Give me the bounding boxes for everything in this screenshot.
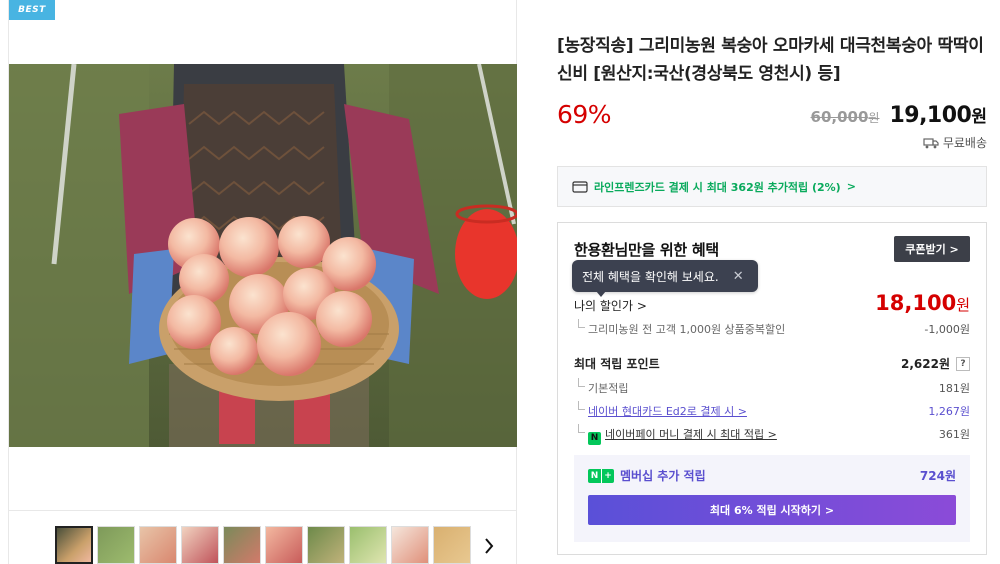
hyundai-card-value: 1,267원 — [928, 405, 970, 418]
price-box: 60,000 원 19,100 원 — [811, 102, 987, 128]
npay-money-row: N 네이버페이 머니 결제 시 최대 적립 > 361원 — [574, 424, 970, 445]
max-points-row: 최대 적립 포인트 2,622원 ? — [574, 355, 970, 372]
chevron-right-icon: > — [846, 180, 856, 193]
benefit-tooltip: 전체 혜택을 확인해 보세요. ✕ — [572, 260, 758, 297]
sale-price: 19,100 — [889, 103, 972, 128]
farm-discount-value: -1,000원 — [924, 323, 970, 336]
membership-label: 멤버십 추가 적립 — [620, 469, 706, 483]
hyundai-card-link[interactable]: 네이버 현대카드 Ed2로 결제 시 > — [588, 405, 747, 418]
my-discount-unit: 원 — [956, 296, 970, 314]
benefit-title: 한용환님만을 위한 혜택 — [574, 241, 719, 259]
my-discount-row[interactable]: 나의 할인가 > 18,100원 — [574, 291, 970, 315]
basic-points-row: 기본적립 181원 — [574, 378, 970, 396]
chevron-right-icon — [485, 538, 494, 554]
thumbnail-2[interactable] — [97, 526, 135, 564]
main-product-image[interactable] — [9, 64, 517, 447]
personal-benefit-box: 한용환님만을 위한 혜택 쿠폰받기 > 전체 혜택을 확인해 보세요. ✕ 나의… — [557, 222, 987, 555]
credit-card-icon — [572, 180, 588, 193]
thumbnail-3[interactable] — [139, 526, 177, 564]
shipping-info: 무료배송 — [923, 134, 987, 151]
max-points-value: 2,622원 — [901, 357, 950, 371]
help-icon[interactable]: ? — [956, 356, 970, 371]
basic-points-label: 기본적립 — [574, 378, 628, 396]
thumbnail-9[interactable] — [391, 526, 429, 564]
thumbnail-7[interactable] — [307, 526, 345, 564]
farm-discount-label: 그리미농원 전 고객 1,000원 상품중복할인 — [574, 319, 785, 337]
product-title: [농장직송] 그리미농원 복숭아 오마카세 대극천복숭아 딱딱이 신비 [원산지… — [557, 36, 984, 84]
membership-row: N + 멤버십 추가 적립 724원 — [588, 467, 956, 484]
shipping-label: 무료배송 — [942, 136, 987, 150]
discount-rate: 69% — [557, 100, 612, 129]
membership-panel: N + 멤버십 추가 적립 724원 최대 6% 적립 시작하기 > — [574, 455, 970, 542]
thumbnail-strip — [9, 510, 517, 564]
thumbnail-4[interactable] — [181, 526, 219, 564]
hyundai-card-row: 네이버 현대카드 Ed2로 결제 시 > 1,267원 — [574, 401, 970, 419]
thumbnail-5[interactable] — [223, 526, 261, 564]
tooltip-text: 전체 혜택을 확인해 보세요. — [582, 269, 719, 284]
card-benefit-banner[interactable]: 라인프렌즈카드 결제 시 최대 362원 추가적립 (2%) > — [557, 166, 987, 207]
my-discount-label[interactable]: 나의 할인가 > — [574, 297, 647, 314]
sale-price-unit: 원 — [971, 107, 987, 127]
npay-icon: N — [588, 431, 601, 445]
get-coupon-button[interactable]: 쿠폰받기 > — [894, 236, 970, 262]
membership-value: 724원 — [919, 469, 956, 483]
basic-points-value: 181원 — [938, 382, 970, 395]
max-points-label: 최대 적립 포인트 — [574, 357, 660, 371]
best-badge: BEST — [9, 0, 55, 20]
thumbnail-8[interactable] — [349, 526, 387, 564]
thumbnail-1[interactable] — [55, 526, 93, 564]
npay-money-link[interactable]: 네이버페이 머니 결제 시 최대 적립 > — [605, 428, 777, 441]
thumbnail-10[interactable] — [433, 526, 471, 564]
product-gallery: BEST — [8, 0, 517, 564]
naver-plus-icon: N + — [588, 468, 614, 483]
card-benefit-text: 라인프렌즈카드 결제 시 최대 362원 추가적립 (2%) — [594, 180, 841, 194]
npay-money-value: 361원 — [938, 428, 970, 441]
my-discount-value: 18,100 — [875, 291, 957, 315]
farm-discount-row: 그리미농원 전 고객 1,000원 상품중복할인 -1,000원 — [574, 319, 970, 337]
original-price: 60,000 — [810, 108, 869, 126]
membership-start-button[interactable]: 최대 6% 적립 시작하기 > — [588, 495, 956, 525]
original-price-unit: 원 — [868, 111, 880, 125]
thumbnail-6[interactable] — [265, 526, 303, 564]
close-icon[interactable]: ✕ — [733, 269, 744, 284]
truck-icon — [923, 137, 939, 148]
thumbnail-next-button[interactable] — [479, 534, 499, 558]
